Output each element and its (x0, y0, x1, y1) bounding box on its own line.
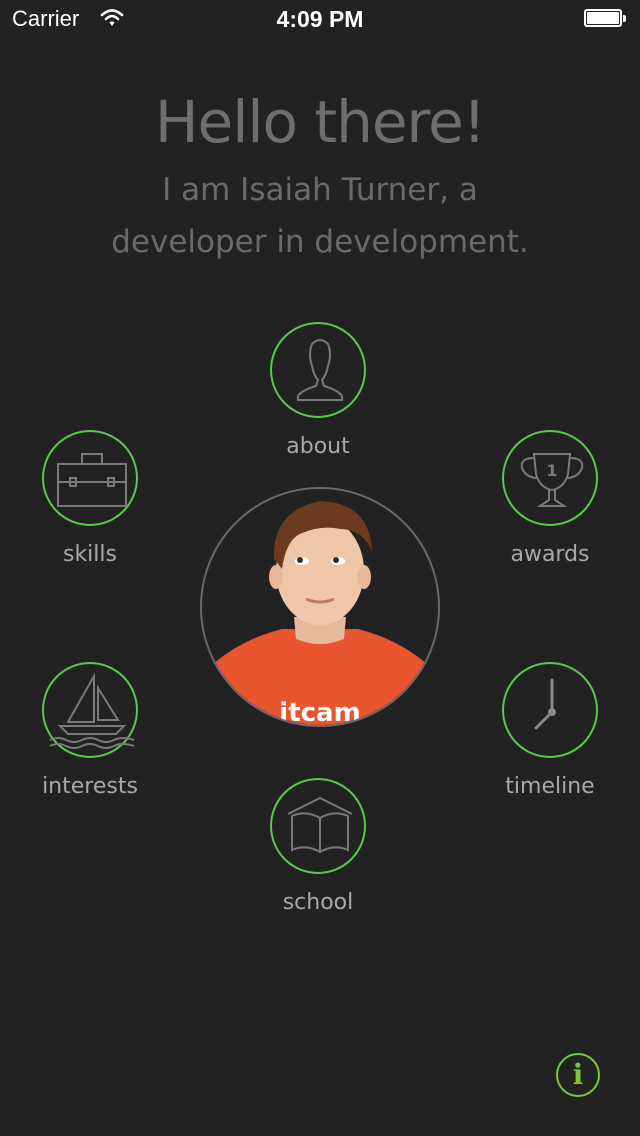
intro-line-1: I am Isaiah Turner, a (162, 172, 478, 208)
briefcase-icon (57, 453, 127, 507)
profile-photo: itcam (200, 487, 440, 727)
school-button[interactable] (270, 778, 366, 874)
skills-label: skills (62, 542, 117, 567)
svg-text:1: 1 (546, 461, 557, 480)
intro-text: I am Isaiah Turner, a developer in devel… (60, 164, 580, 268)
skills-button[interactable] (42, 430, 138, 526)
about-button[interactable] (270, 322, 366, 418)
nav-interests[interactable]: interests (10, 662, 170, 799)
nav-timeline[interactable]: timeline (470, 662, 630, 799)
nav-awards[interactable]: 1 awards (470, 430, 630, 567)
svg-text:itcam: itcam (279, 698, 360, 725)
awards-button[interactable]: 1 (502, 430, 598, 526)
nav-school[interactable]: school (238, 778, 398, 915)
status-time: 4:09 PM (276, 6, 364, 32)
open-book-icon (287, 796, 353, 854)
interests-button[interactable] (42, 662, 138, 758)
nav-about[interactable]: about (238, 322, 398, 459)
clock-icon (534, 678, 556, 730)
person-icon (297, 339, 343, 401)
trophy-icon: 1 (520, 453, 584, 507)
interests-label: interests (42, 774, 138, 799)
info-button[interactable]: i (556, 1053, 600, 1097)
greeting-title: Hello there! (154, 88, 486, 156)
school-label: school (282, 890, 354, 915)
nav-skills[interactable]: skills (10, 430, 170, 567)
status-bar: Carrier 4:09 PM (0, 0, 640, 40)
sailboat-icon (49, 672, 135, 749)
awards-label: awards (510, 542, 590, 567)
timeline-button[interactable] (502, 662, 598, 758)
battery-icon (584, 9, 628, 29)
intro-line-2: developer in development. (111, 224, 529, 260)
timeline-label: timeline (505, 774, 595, 799)
about-label: about (286, 434, 350, 459)
